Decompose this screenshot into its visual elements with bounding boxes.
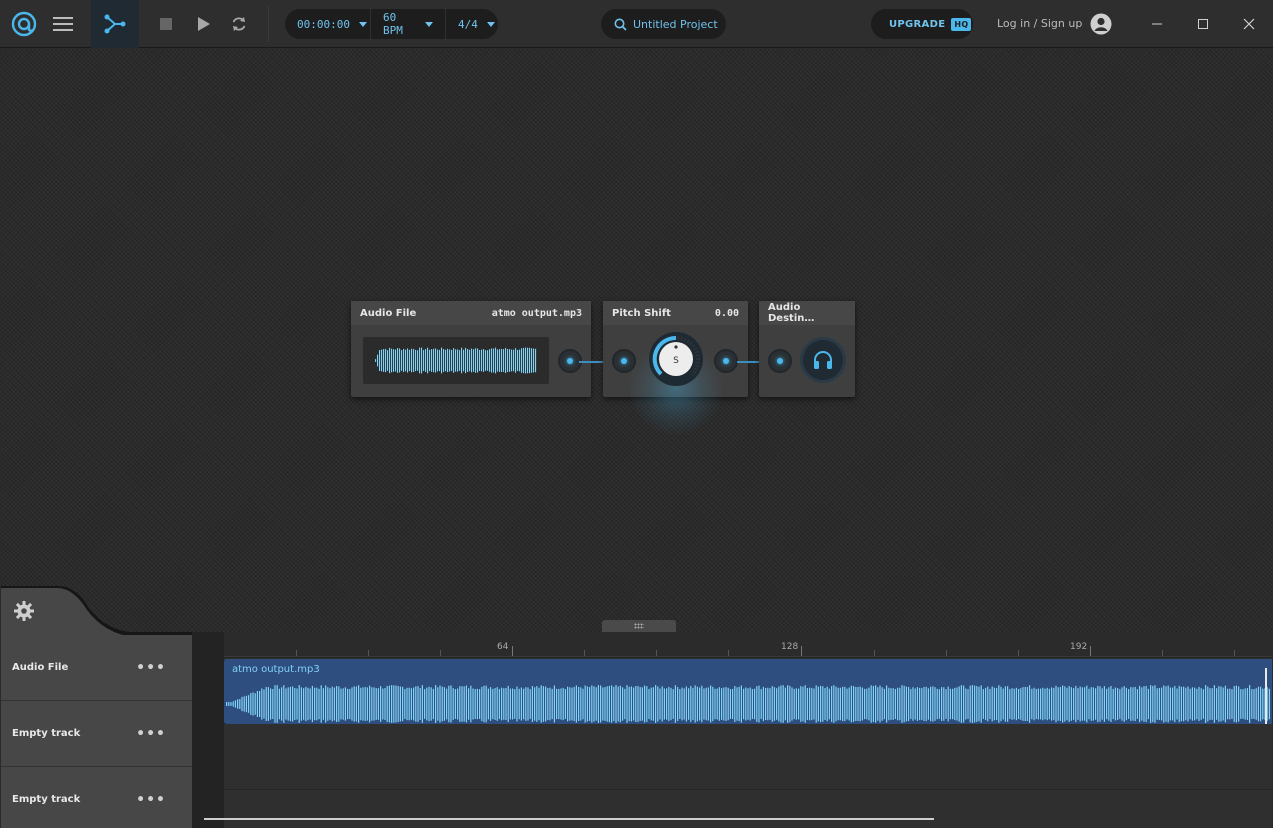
- ruler-tick: [584, 650, 585, 656]
- audio-destination-node[interactable]: Audio Destin…: [759, 301, 855, 397]
- ruler-tick: [368, 650, 369, 656]
- playhead[interactable]: [1265, 668, 1267, 724]
- bpm-selector[interactable]: 60 BPM: [371, 9, 446, 39]
- knob-label: S: [673, 356, 679, 366]
- headphones-icon[interactable]: [803, 340, 843, 380]
- ruler-tick: [728, 650, 729, 656]
- track-list: Audio File ••• Empty track ••• Empty tra…: [1, 635, 192, 828]
- grip-icon: [634, 623, 644, 629]
- timeline-panel: Audio File ••• Empty track ••• Empty tra…: [1, 584, 1272, 828]
- node-file-name: atmo output.mp3: [491, 307, 582, 319]
- minimize-icon[interactable]: [1145, 12, 1169, 36]
- ruler-tick: [512, 646, 513, 656]
- ruler-label: 192: [1070, 642, 1088, 652]
- track-lane[interactable]: [224, 790, 1272, 828]
- ruler-tick: [1018, 650, 1019, 656]
- pitch-value: 0.00: [714, 307, 739, 319]
- timeline-area[interactable]: 64 128 192 atmo output.mp3: [192, 632, 1272, 828]
- time-signature-selector[interactable]: 4/4: [446, 9, 498, 39]
- upgrade-label: UPGRADE: [889, 18, 946, 30]
- close-icon[interactable]: [1237, 12, 1261, 36]
- timeline-ruler[interactable]: 64 128 192: [224, 632, 1272, 657]
- play-icon[interactable]: [190, 0, 218, 48]
- project-title-button[interactable]: Untitled Project: [601, 9, 726, 39]
- track-name: Empty track: [12, 794, 81, 805]
- upgrade-button[interactable]: UPGRADE HQ: [871, 9, 973, 39]
- ruler-tick: [1234, 650, 1235, 656]
- track-header[interactable]: Empty track •••: [1, 767, 192, 828]
- track-menu-button[interactable]: •••: [136, 726, 166, 742]
- ruler-tick: [874, 650, 875, 656]
- gear-icon[interactable]: [13, 600, 35, 622]
- node-header[interactable]: Pitch Shift 0.00: [603, 301, 748, 325]
- track-header[interactable]: Empty track •••: [1, 701, 192, 767]
- node-title: Audio Destin…: [768, 302, 815, 324]
- ruler-tick: [1090, 646, 1091, 656]
- hamburger-menu-icon[interactable]: [48, 0, 78, 48]
- node-graph-icon[interactable]: [91, 0, 139, 48]
- project-title: Untitled Project: [633, 17, 718, 31]
- input-port[interactable]: [612, 349, 636, 373]
- panel-resize-handle[interactable]: [602, 620, 676, 632]
- node-title: Audio File: [360, 307, 417, 319]
- node-header[interactable]: Audio File atmo output.mp3: [351, 301, 591, 325]
- pitch-shift-node[interactable]: Pitch Shift 0.00 S: [603, 301, 748, 437]
- loop-icon[interactable]: [225, 0, 253, 48]
- audio-file-node[interactable]: Audio File atmo output.mp3: [351, 301, 591, 397]
- time-display[interactable]: 00:00:00: [285, 9, 371, 39]
- toolbar-divider: [268, 6, 269, 42]
- track-name: Audio File: [12, 662, 69, 673]
- app-logo-icon[interactable]: [6, 0, 42, 48]
- top-toolbar: 00:00:00 60 BPM 4/4 Untitled Project UPG…: [0, 0, 1273, 48]
- ruler-tick: [440, 650, 441, 656]
- hq-badge: HQ: [951, 17, 972, 31]
- login-link[interactable]: Log in / Sign up: [997, 17, 1082, 30]
- audio-clip[interactable]: atmo output.mp3: [224, 659, 1272, 724]
- output-port[interactable]: [714, 349, 738, 373]
- chevron-down-icon: [358, 21, 367, 27]
- ruler-label: 128: [781, 642, 799, 652]
- node-header[interactable]: Audio Destin…: [759, 301, 855, 325]
- ruler-label: 64: [497, 642, 509, 652]
- track-menu-button[interactable]: •••: [136, 792, 166, 808]
- track-lane[interactable]: [224, 724, 1272, 790]
- input-port[interactable]: [768, 349, 792, 373]
- ruler-tick: [946, 650, 947, 656]
- stop-icon[interactable]: [152, 0, 180, 48]
- node-title: Pitch Shift: [612, 307, 671, 319]
- ruler-tick: [801, 646, 802, 656]
- maximize-icon[interactable]: [1191, 12, 1215, 36]
- node-graph-canvas[interactable]: Audio File atmo output.mp3 Pitch Shift 0…: [1, 49, 1272, 632]
- transport-settings: 00:00:00 60 BPM 4/4: [285, 9, 498, 39]
- ruler-tick: [656, 650, 657, 656]
- search-icon: [614, 18, 627, 31]
- horizontal-scrollbar[interactable]: [204, 818, 934, 820]
- ruler-tick: [296, 650, 297, 656]
- pitch-knob[interactable]: S: [648, 331, 704, 387]
- user-avatar-icon[interactable]: [1090, 13, 1112, 35]
- ruler-tick: [1162, 650, 1163, 656]
- chevron-down-icon: [486, 21, 495, 27]
- track-header[interactable]: Audio File •••: [1, 635, 192, 701]
- chevron-down-icon: [425, 21, 433, 27]
- time-signature-value: 4/4: [458, 17, 478, 31]
- time-value: 00:00:00: [297, 17, 350, 31]
- track-menu-button[interactable]: •••: [136, 660, 166, 676]
- track-name: Empty track: [12, 728, 81, 739]
- audio-preview-waveform: [363, 337, 549, 384]
- bpm-value: 60 BPM: [383, 11, 403, 37]
